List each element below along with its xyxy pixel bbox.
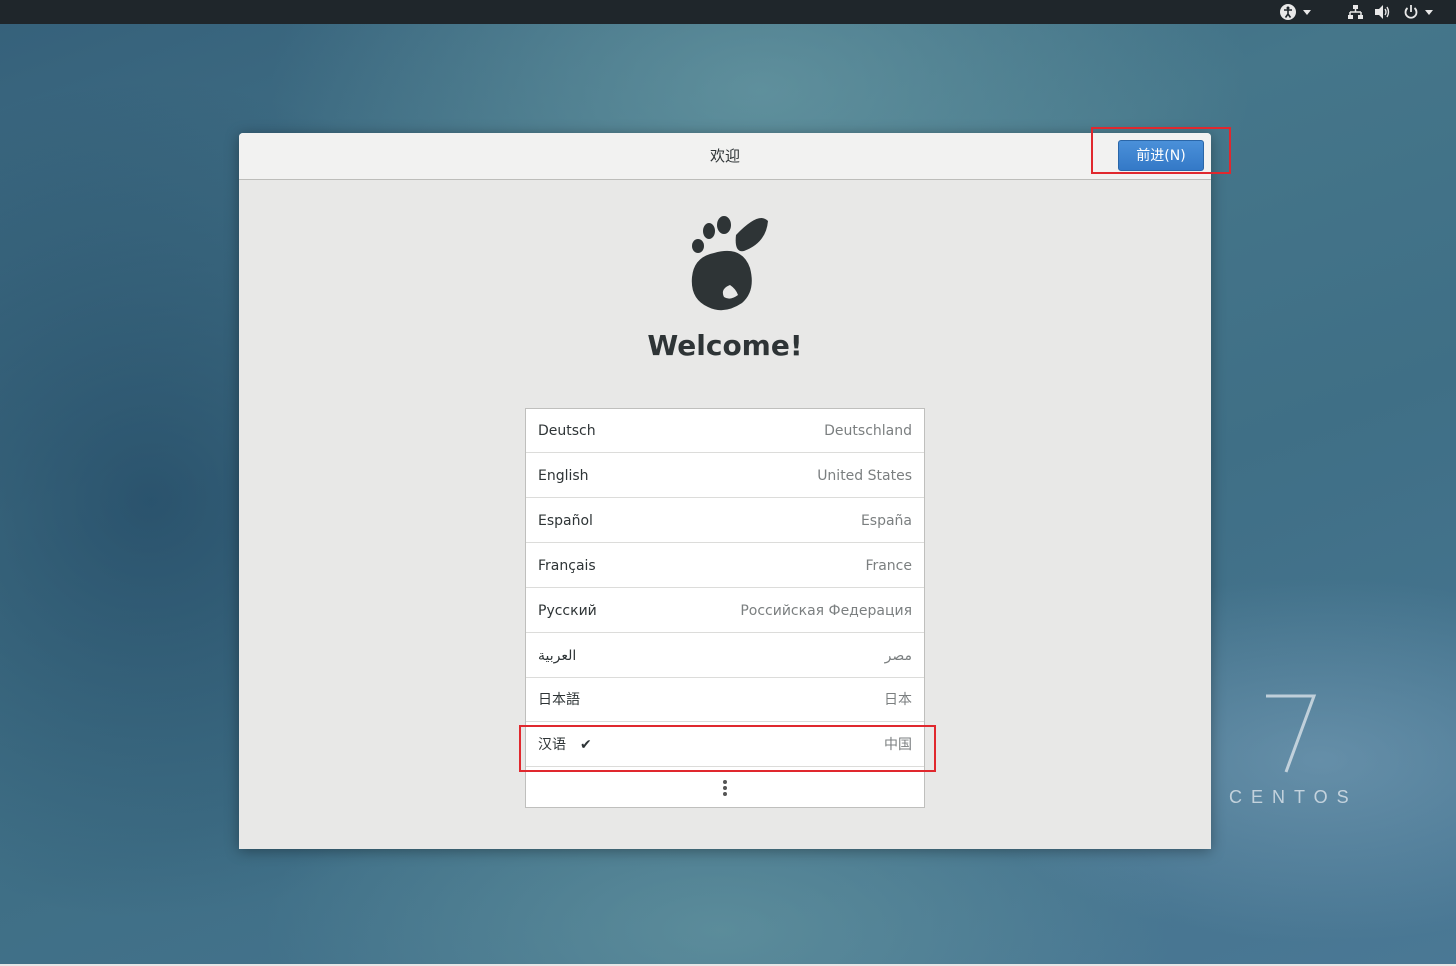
language-row-francais[interactable]: Français France	[526, 544, 924, 588]
language-region: France	[865, 558, 912, 574]
language-name: Deutsch	[538, 423, 596, 439]
language-row-japanese[interactable]: 日本語 日本	[526, 678, 924, 722]
language-row-arabic[interactable]: العربية مصر	[526, 634, 924, 678]
more-languages-button[interactable]	[526, 768, 924, 806]
language-region: مصر	[884, 648, 912, 664]
network-icon	[1348, 5, 1363, 19]
welcome-heading: Welcome!	[647, 329, 803, 362]
accessibility-icon	[1280, 4, 1296, 20]
language-region: España	[860, 513, 912, 529]
centos-seven-logo	[1266, 694, 1317, 773]
language-row-russian[interactable]: Русский Российская Федерация	[526, 589, 924, 633]
language-name: العربية	[538, 648, 577, 664]
top-bar	[0, 0, 1456, 24]
dialog-header: 欢迎 前进(N)	[239, 133, 1211, 180]
language-name: English	[538, 468, 589, 484]
language-region: United States	[817, 468, 912, 484]
language-region: Deutschland	[824, 423, 912, 439]
language-region: 日本	[884, 692, 912, 708]
power-icon	[1404, 5, 1418, 19]
language-name: Русский	[538, 603, 597, 619]
network-status[interactable]	[1347, 0, 1363, 24]
language-name: Español	[538, 513, 593, 529]
language-row-espanol[interactable]: Español España	[526, 499, 924, 543]
volume-status[interactable]	[1374, 0, 1392, 24]
language-row-english[interactable]: English United States	[526, 454, 924, 498]
centos-wordmark: CENTOS	[1229, 787, 1358, 807]
dialog-title: 欢迎	[709, 147, 740, 165]
chevron-down-icon	[1303, 9, 1311, 15]
next-button-highlight	[1091, 127, 1231, 174]
accessibility-menu[interactable]	[1279, 0, 1311, 24]
language-name: 日本語	[538, 692, 580, 708]
volume-icon	[1375, 5, 1390, 19]
language-region: Российская Федерация	[740, 603, 912, 619]
chinese-row-highlight	[519, 725, 936, 772]
chevron-down-icon	[1425, 9, 1433, 15]
gnome-foot-icon	[691, 216, 768, 311]
language-name: Français	[538, 558, 596, 574]
power-menu[interactable]	[1403, 0, 1433, 24]
language-row-deutsch[interactable]: Deutsch Deutschland	[526, 409, 924, 453]
